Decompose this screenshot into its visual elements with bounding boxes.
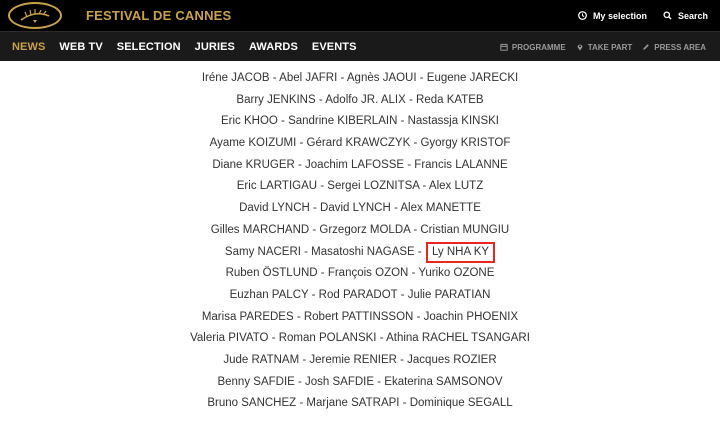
my-selection-label: My selection <box>592 10 647 21</box>
jury-line: Ayame KOIZUMI - Gérard KRAWCZYK - Gyorgy… <box>209 137 511 150</box>
palm-logo[interactable] <box>8 2 62 29</box>
jury-line-highlighted: Samy NACERI - Masatoshi NAGASE - Ly NHA … <box>0 241 720 264</box>
press-area-link[interactable]: PRESS AREA <box>642 43 706 52</box>
jury-line: Benny SAFDIE - Josh SAFDIE - Ekaterina S… <box>217 375 503 388</box>
nav-item-selection[interactable]: SELECTION <box>117 41 181 53</box>
take-part-label: TAKE PART <box>587 42 633 52</box>
highlighted-name: Ly NHA KY <box>425 241 496 263</box>
jury-line: Ruben ÖSTLUND - François OZON - Yuriko O… <box>225 267 495 280</box>
jury-line: Gilles MARCHAND - Grzegorz MOLDA - Crist… <box>210 223 510 236</box>
nav-item-web-tv[interactable]: WEB TV <box>59 41 102 53</box>
festival-brand-title[interactable]: FESTIVAL DE CANNES <box>86 8 231 23</box>
jury-line: Iréne JACOB - Abel JAFRI - Agnès JAOUI -… <box>201 72 519 84</box>
jury-line-prefix: Samy NACERI - Masatoshi NAGASE - <box>224 245 425 258</box>
search-link[interactable]: Search <box>663 11 708 21</box>
clock-icon <box>578 11 587 20</box>
nav-primary: NEWS WEB TV SELECTION JURIES AWARDS EVEN… <box>12 32 357 62</box>
jury-line: Valeria PIVATO - Roman POLANSKI - Athina… <box>190 332 530 345</box>
pencil-icon <box>643 44 650 50</box>
search-label: Search <box>677 10 708 21</box>
jury-line: Bruno SANCHEZ - Marjane SATRAPI - Domini… <box>207 397 513 410</box>
top-right-actions: My selection Search <box>578 0 708 31</box>
nav-item-events[interactable]: EVENTS <box>312 41 357 53</box>
jury-line: Barry JENKINS - Adolfo JR. ALIX - Reda K… <box>236 93 484 106</box>
location-pin-icon <box>577 44 583 51</box>
palm-leaf-icon <box>20 8 50 23</box>
nav-item-juries[interactable]: JURIES <box>195 41 235 53</box>
jury-line: Jude RATNAM - Jeremie RENIER - Jacques R… <box>223 353 497 366</box>
jury-line: Euzhan PALCY - Rod PARADOT - Julie PARAT… <box>229 288 491 301</box>
take-part-link[interactable]: TAKE PART <box>576 42 633 52</box>
nav-item-news[interactable]: NEWS <box>12 41 45 53</box>
programme-link[interactable]: PROGRAMME <box>500 43 566 52</box>
top-bar: FESTIVAL DE CANNES My selection Search <box>0 0 720 31</box>
main-navigation: NEWS WEB TV SELECTION JURIES AWARDS EVEN… <box>0 31 720 61</box>
jury-line: Eric LARTIGAU - Sergei LOZNITSA - Alex L… <box>236 180 484 193</box>
nav-item-awards[interactable]: AWARDS <box>249 41 298 53</box>
jury-list: Iréne JACOB - Abel JAFRI - Agnès JAOUI -… <box>0 61 720 415</box>
calendar-icon <box>500 43 508 51</box>
jury-line: Diane KRUGER - Joachim LAFOSSE - Francis… <box>212 158 508 171</box>
press-area-label: PRESS AREA <box>654 42 706 52</box>
search-icon <box>663 11 672 20</box>
my-selection-link[interactable]: My selection <box>578 11 647 21</box>
jury-line: Marisa PAREDES - Robert PATTINSSON - Joa… <box>201 310 519 323</box>
jury-line: Eric KHOO - Sandrine KIBERLAIN - Nastass… <box>220 115 499 128</box>
jury-line: David LYNCH - David LYNCH - Alex MANETTE <box>239 202 481 215</box>
programme-label: PROGRAMME <box>511 42 566 52</box>
nav-secondary: PROGRAMME TAKE PART PRESS AREA <box>500 32 706 62</box>
jury-content: Iréne JACOB - Abel JAFRI - Agnès JAOUI -… <box>0 61 720 429</box>
